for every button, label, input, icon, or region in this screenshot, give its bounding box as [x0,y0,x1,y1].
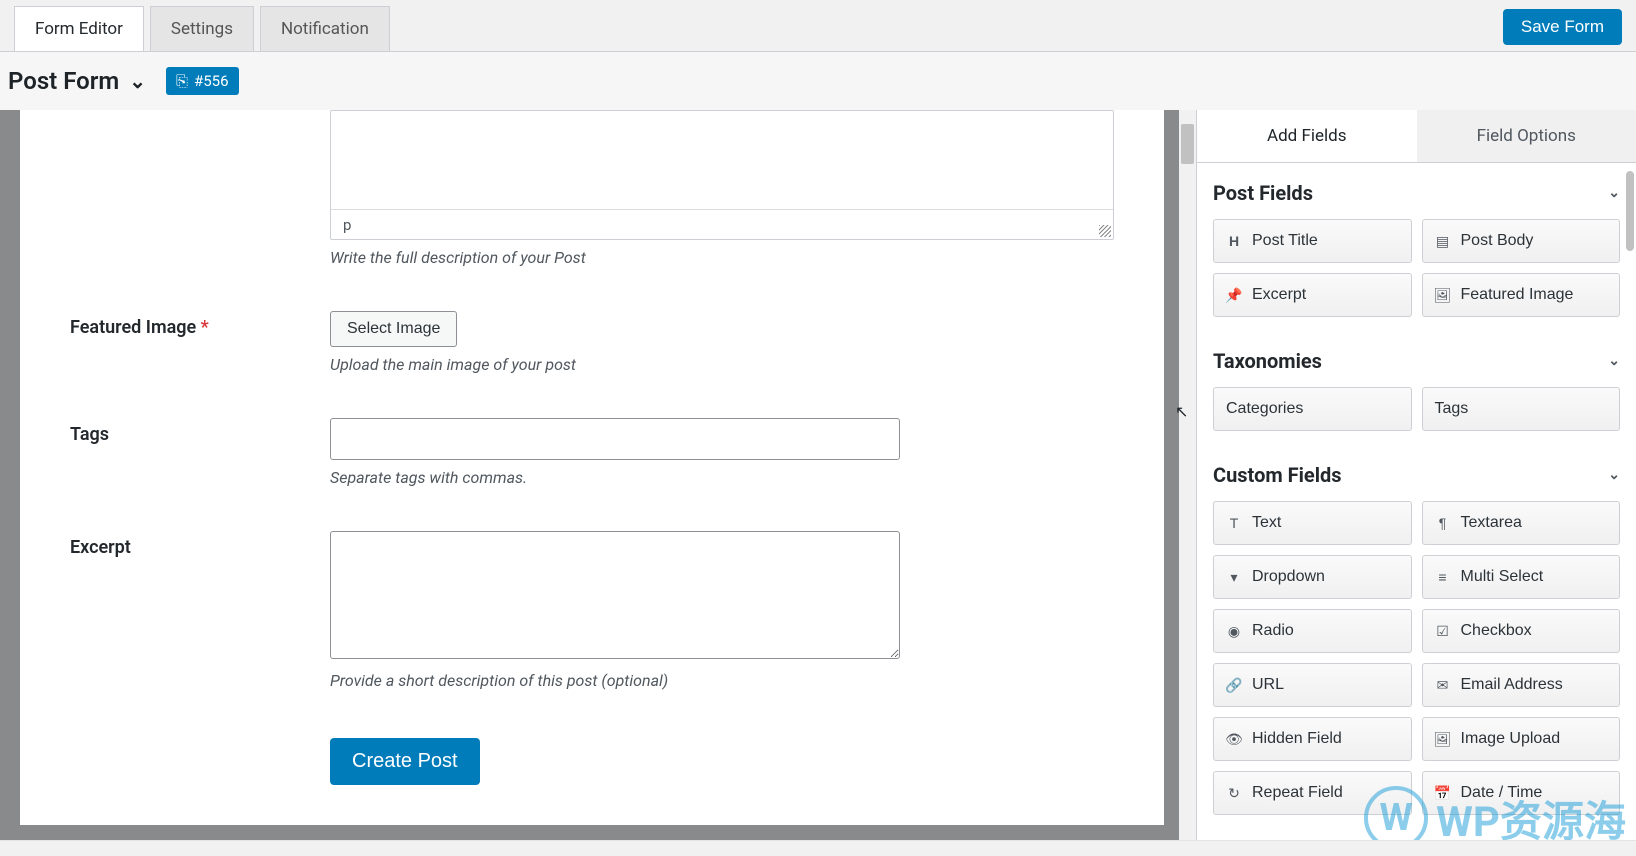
field-repeat[interactable]: ↻Repeat Field [1213,771,1412,815]
featured-image-label: Featured Image * [70,311,330,338]
top-tabs: Form Editor Settings Notification Save F… [0,0,1636,52]
required-asterisk: * [201,317,209,338]
dropdown-icon: ▾ [1226,569,1242,585]
field-categories[interactable]: Categories [1213,387,1412,431]
field-multi-select[interactable]: ≡Multi Select [1422,555,1621,599]
sidebar-scrollbar-thumb[interactable] [1626,171,1634,251]
field-text[interactable]: TText [1213,501,1412,545]
post-body-editor[interactable]: p [330,110,1114,240]
field-excerpt[interactable]: 📌Excerpt [1213,273,1412,317]
repeat-icon: ↻ [1226,785,1242,801]
section-title: Post Fields [1213,181,1313,205]
tab-field-options[interactable]: Field Options [1417,110,1636,162]
field-hidden[interactable]: 👁Hidden Field [1213,717,1412,761]
chevron-down-icon: ⌄ [1608,185,1620,201]
section-title: Custom Fields [1213,463,1342,487]
tab-settings[interactable]: Settings [150,6,254,51]
excerpt-input[interactable] [330,531,900,659]
copy-icon: ⎘ [176,72,188,90]
field-post-body[interactable]: ▤Post Body [1422,219,1621,263]
sidebar: Add Fields Field Options Post Fields ⌄ H… [1196,110,1636,856]
section-post-fields[interactable]: Post Fields ⌄ [1197,163,1636,219]
field-image-upload[interactable]: 🖼Image Upload [1422,717,1621,761]
image-icon: 🖼 [1435,731,1451,747]
document-icon: ▤ [1435,233,1451,249]
save-form-button[interactable]: Save Form [1503,9,1622,45]
field-featured-image[interactable]: 🖼Featured Image [1422,273,1621,317]
chevron-down-icon: ⌄ [129,69,146,93]
featured-image-help: Upload the main image of your post [330,355,1114,374]
scrollbar-thumb[interactable] [1181,124,1194,164]
horizontal-scrollbar[interactable] [0,840,1636,856]
tab-add-fields[interactable]: Add Fields [1197,110,1417,162]
form-title-text: Post Form [8,67,119,95]
excerpt-help: Provide a short description of this post… [330,671,1114,690]
field-checkbox[interactable]: ☑Checkbox [1422,609,1621,653]
resize-handle-icon[interactable] [1099,225,1111,237]
image-icon: 🖼 [1435,287,1451,303]
field-url[interactable]: 🔗URL [1213,663,1412,707]
paragraph-icon: ¶ [1435,515,1451,531]
form-id-badge[interactable]: ⎘ #556 [166,67,239,95]
text-icon: T [1226,515,1242,531]
field-email[interactable]: ✉Email Address [1422,663,1621,707]
list-icon: ≡ [1435,569,1451,585]
excerpt-label: Excerpt [70,531,330,558]
hidden-icon: 👁 [1226,731,1242,747]
form-canvas-area: p Write the full description of your Pos… [0,110,1196,856]
field-dropdown[interactable]: ▾Dropdown [1213,555,1412,599]
field-tags[interactable]: Tags [1422,387,1621,431]
calendar-icon: 📅 [1435,785,1451,801]
post-body-help: Write the full description of your Post [330,248,1114,267]
canvas-scrollbar[interactable] [1179,110,1196,856]
tab-form-editor[interactable]: Form Editor [14,6,144,51]
create-post-button[interactable]: Create Post [330,738,480,785]
heading-icon: H [1226,233,1242,249]
tags-help: Separate tags with commas. [330,468,1114,487]
chevron-down-icon: ⌄ [1608,353,1620,369]
link-icon: 🔗 [1226,677,1242,693]
tab-notification[interactable]: Notification [260,6,390,51]
tags-input[interactable] [330,418,900,460]
rte-path: p [343,216,351,234]
tags-label: Tags [70,418,330,445]
checkbox-icon: ☑ [1435,623,1451,639]
section-title: Taxonomies [1213,349,1322,373]
form-header: Post Form ⌄ ⎘ #556 [0,52,1636,110]
radio-icon: ◉ [1226,623,1242,639]
section-custom-fields[interactable]: Custom Fields ⌄ [1197,445,1636,501]
form-title[interactable]: Post Form ⌄ [8,67,146,95]
field-radio[interactable]: ◉Radio [1213,609,1412,653]
select-image-button[interactable]: Select Image [330,311,457,347]
chevron-down-icon: ⌄ [1608,467,1620,483]
field-date-time[interactable]: 📅Date / Time [1422,771,1621,815]
field-post-title[interactable]: HPost Title [1213,219,1412,263]
section-taxonomies[interactable]: Taxonomies ⌄ [1197,331,1636,387]
email-icon: ✉ [1435,677,1451,693]
field-textarea[interactable]: ¶Textarea [1422,501,1621,545]
pin-icon: 📌 [1226,287,1242,303]
form-id-text: #556 [194,72,229,90]
